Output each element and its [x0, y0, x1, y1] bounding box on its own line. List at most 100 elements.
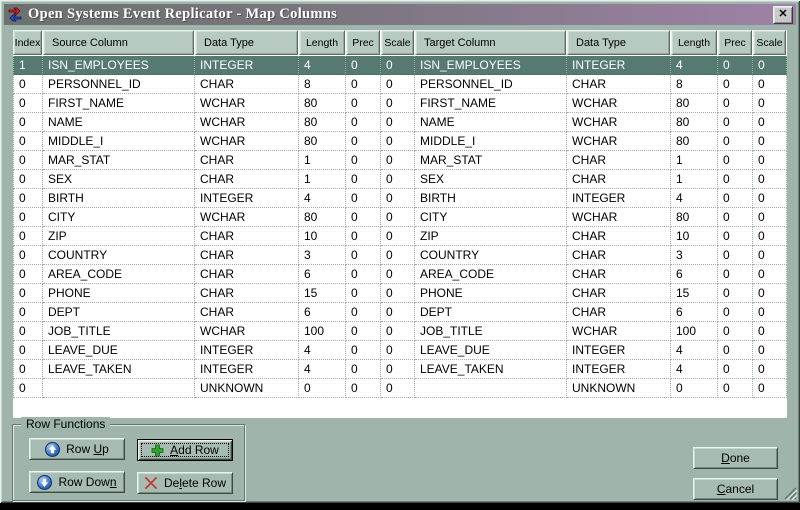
table-row[interactable]: 0PERSONNEL_IDCHAR800PERSONNEL_IDCHAR800 — [13, 75, 787, 94]
table-cell[interactable]: MIDDLE_I — [43, 132, 195, 151]
table-row[interactable]: 0MAR_STATCHAR100MAR_STATCHAR100 — [13, 151, 787, 170]
column-header[interactable]: Prec — [718, 30, 752, 55]
column-header[interactable]: Scale — [381, 30, 414, 55]
table-cell[interactable]: 8 — [671, 75, 718, 94]
table-cell[interactable]: 0 — [381, 132, 415, 151]
table-cell[interactable]: MAR_STAT — [43, 151, 195, 170]
table-cell[interactable]: JOB_TITLE — [415, 322, 567, 341]
table-cell[interactable]: WCHAR — [567, 113, 671, 132]
table-cell[interactable]: 0 — [13, 284, 43, 303]
table-cell[interactable]: COUNTRY — [43, 246, 195, 265]
table-cell[interactable]: 0 — [299, 379, 346, 398]
resize-grip[interactable] — [782, 485, 797, 500]
table-cell[interactable]: 4 — [671, 341, 718, 360]
table-row[interactable]: 0MIDDLE_IWCHAR8000MIDDLE_IWCHAR8000 — [13, 132, 787, 151]
table-cell[interactable]: 0 — [381, 94, 415, 113]
table-cell[interactable]: 0 — [346, 379, 381, 398]
column-header[interactable]: Source Column — [43, 30, 194, 55]
table-cell[interactable]: 80 — [299, 113, 346, 132]
table-cell[interactable]: 4 — [299, 189, 346, 208]
table-row[interactable]: 0CITYWCHAR8000CITYWCHAR8000 — [13, 208, 787, 227]
table-cell[interactable]: 0 — [753, 75, 787, 94]
add-row-button[interactable]: Add Row — [137, 439, 233, 461]
table-cell[interactable]: 0 — [381, 246, 415, 265]
table-cell[interactable]: 0 — [718, 322, 753, 341]
table-cell[interactable]: 80 — [299, 94, 346, 113]
table-cell[interactable]: 80 — [671, 94, 718, 113]
table-cell[interactable]: CHAR — [567, 246, 671, 265]
table-cell[interactable]: WCHAR — [567, 208, 671, 227]
table-cell[interactable]: 0 — [381, 341, 415, 360]
table-row[interactable]: 0BIRTHINTEGER400BIRTHINTEGER400 — [13, 189, 787, 208]
table-cell[interactable]: CHAR — [195, 170, 299, 189]
table-cell[interactable]: CITY — [43, 208, 195, 227]
table-cell[interactable]: 0 — [13, 303, 43, 322]
table-cell[interactable]: CHAR — [567, 303, 671, 322]
table-cell[interactable]: 0 — [346, 360, 381, 379]
table-cell[interactable]: 0 — [346, 303, 381, 322]
table-cell[interactable]: 10 — [671, 227, 718, 246]
table-cell[interactable]: WCHAR — [195, 208, 299, 227]
table-cell[interactable]: 0 — [718, 360, 753, 379]
table-cell[interactable]: 0 — [381, 208, 415, 227]
table-cell[interactable]: CHAR — [195, 246, 299, 265]
table-cell[interactable]: 6 — [671, 265, 718, 284]
table-cell[interactable]: MAR_STAT — [415, 151, 567, 170]
table-cell[interactable]: CHAR — [567, 284, 671, 303]
table-row[interactable]: 0COUNTRYCHAR300COUNTRYCHAR300 — [13, 246, 787, 265]
table-cell[interactable]: PERSONNEL_ID — [415, 75, 567, 94]
table-cell[interactable]: NAME — [415, 113, 567, 132]
table-cell[interactable]: INTEGER — [567, 56, 671, 75]
table-cell[interactable]: ISN_EMPLOYEES — [43, 56, 195, 75]
table-cell[interactable]: 0 — [346, 284, 381, 303]
table-cell[interactable]: BIRTH — [415, 189, 567, 208]
table-cell[interactable]: 100 — [299, 322, 346, 341]
table-cell[interactable]: SEX — [43, 170, 195, 189]
cancel-button[interactable]: Cancel — [693, 478, 778, 500]
table-cell[interactable]: 0 — [718, 227, 753, 246]
table-cell[interactable]: 1 — [671, 151, 718, 170]
table-cell[interactable]: 0 — [13, 246, 43, 265]
table-row[interactable]: 0LEAVE_DUEINTEGER400LEAVE_DUEINTEGER400 — [13, 341, 787, 360]
table-cell[interactable]: CHAR — [567, 227, 671, 246]
column-header[interactable]: Data Type — [195, 30, 298, 55]
table-cell[interactable]: 4 — [671, 360, 718, 379]
table-cell[interactable]: 0 — [346, 113, 381, 132]
column-header[interactable]: Scale — [753, 30, 786, 55]
table-cell[interactable]: CHAR — [195, 265, 299, 284]
table-cell[interactable]: 0 — [718, 208, 753, 227]
table-cell[interactable]: 0 — [718, 56, 753, 75]
column-header[interactable]: Data Type — [567, 30, 670, 55]
table-cell[interactable]: AREA_CODE — [43, 265, 195, 284]
table-cell[interactable]: DEPT — [43, 303, 195, 322]
table-row[interactable]: 0JOB_TITLEWCHAR10000JOB_TITLEWCHAR10000 — [13, 322, 787, 341]
table-cell[interactable]: 0 — [753, 284, 787, 303]
table-cell[interactable]: 3 — [299, 246, 346, 265]
table-cell[interactable]: 1 — [299, 151, 346, 170]
table-cell[interactable]: 0 — [346, 246, 381, 265]
table-cell[interactable]: 0 — [381, 379, 415, 398]
table-cell[interactable]: 3 — [671, 246, 718, 265]
table-cell[interactable]: 0 — [381, 56, 415, 75]
table-cell[interactable]: 1 — [299, 170, 346, 189]
table-cell[interactable]: 0 — [718, 113, 753, 132]
table-cell[interactable]: INTEGER — [195, 341, 299, 360]
table-cell[interactable]: PHONE — [415, 284, 567, 303]
table-cell[interactable]: 0 — [718, 341, 753, 360]
table-cell[interactable]: 0 — [753, 113, 787, 132]
table-cell[interactable]: 4 — [299, 360, 346, 379]
table-cell[interactable]: 0 — [753, 246, 787, 265]
table-cell[interactable]: 0 — [753, 170, 787, 189]
table-cell[interactable]: 0 — [381, 284, 415, 303]
table-cell[interactable]: PERSONNEL_ID — [43, 75, 195, 94]
table-cell[interactable]: INTEGER — [567, 360, 671, 379]
table-cell[interactable]: 0 — [718, 303, 753, 322]
table-cell[interactable]: 0 — [381, 75, 415, 94]
table-row[interactable]: 0NAMEWCHAR8000NAMEWCHAR8000 — [13, 113, 787, 132]
column-header[interactable]: Length — [671, 30, 717, 55]
titlebar[interactable]: Open Systems Event Replicator - Map Colu… — [4, 4, 796, 25]
table-cell[interactable]: 100 — [671, 322, 718, 341]
table-cell[interactable]: CHAR — [195, 151, 299, 170]
table-cell[interactable]: WCHAR — [567, 94, 671, 113]
table-cell[interactable]: 0 — [346, 56, 381, 75]
